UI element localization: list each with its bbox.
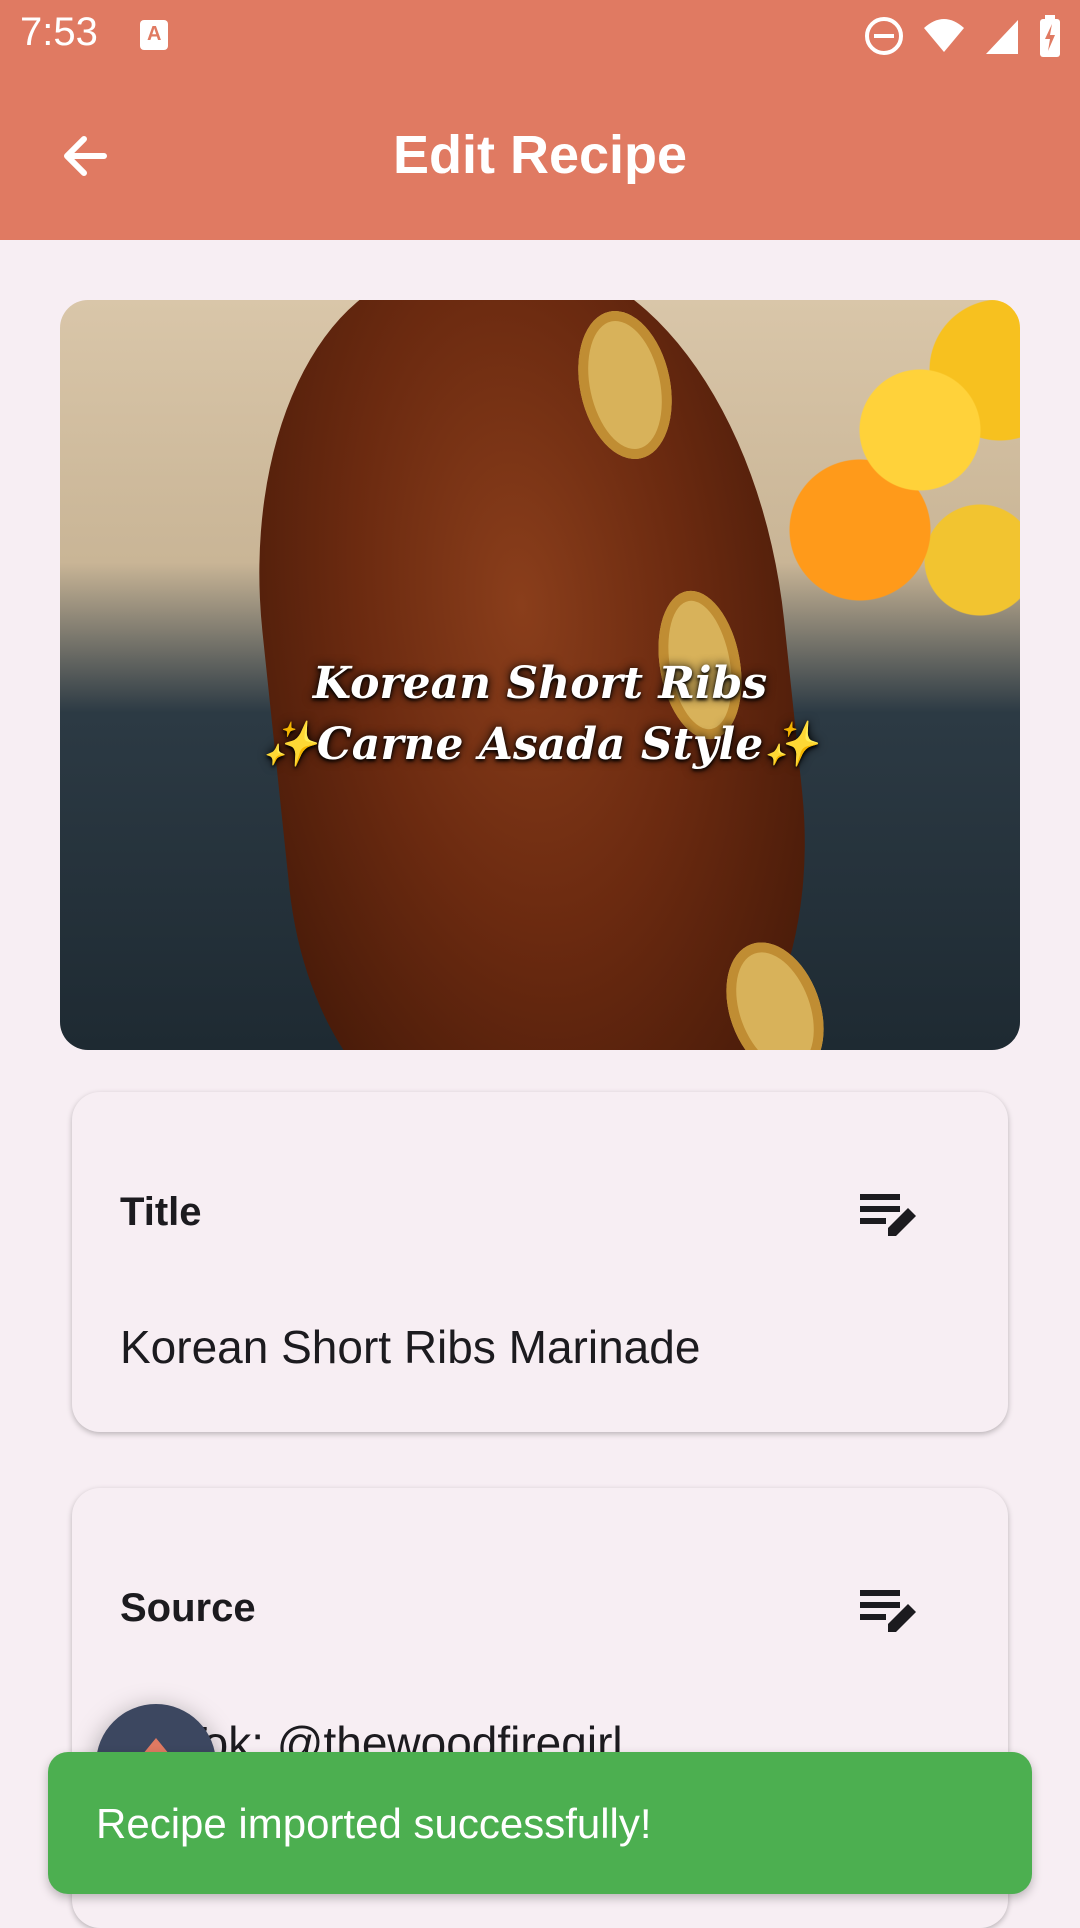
recipe-image-caption-line1: Korean Short Ribs — [312, 658, 768, 709]
wifi-icon — [924, 19, 964, 52]
title-card[interactable]: Title Korean Short Ribs Marinade — [72, 1092, 1008, 1432]
edit-note-icon[interactable] — [858, 1584, 918, 1638]
battery-charging-icon — [1040, 15, 1060, 57]
status-icons — [864, 15, 1062, 57]
title-label: Title — [120, 1190, 202, 1234]
snackbar-message: Recipe imported successfully! — [96, 1800, 652, 1847]
signal-icon — [986, 20, 1018, 54]
status-bar: 7:53 — [0, 0, 1080, 72]
status-time: 7:53 — [20, 10, 98, 54]
do-not-disturb-icon — [865, 17, 903, 55]
app-bar: Edit Recipe — [0, 72, 1080, 240]
edit-note-icon[interactable] — [858, 1188, 918, 1242]
snackbar: Recipe imported successfully! — [48, 1752, 1032, 1894]
app-notification-icon — [140, 20, 168, 50]
page-title: Edit Recipe — [392, 125, 688, 185]
recipe-image[interactable]: Korean Short Ribs ✨Carne Asada Style✨ — [60, 300, 1020, 1050]
source-label: Source — [120, 1586, 256, 1630]
recipe-image-caption-line2: ✨Carne Asada Style✨ — [262, 719, 818, 770]
title-value: Korean Short Ribs Marinade — [120, 1321, 701, 1373]
